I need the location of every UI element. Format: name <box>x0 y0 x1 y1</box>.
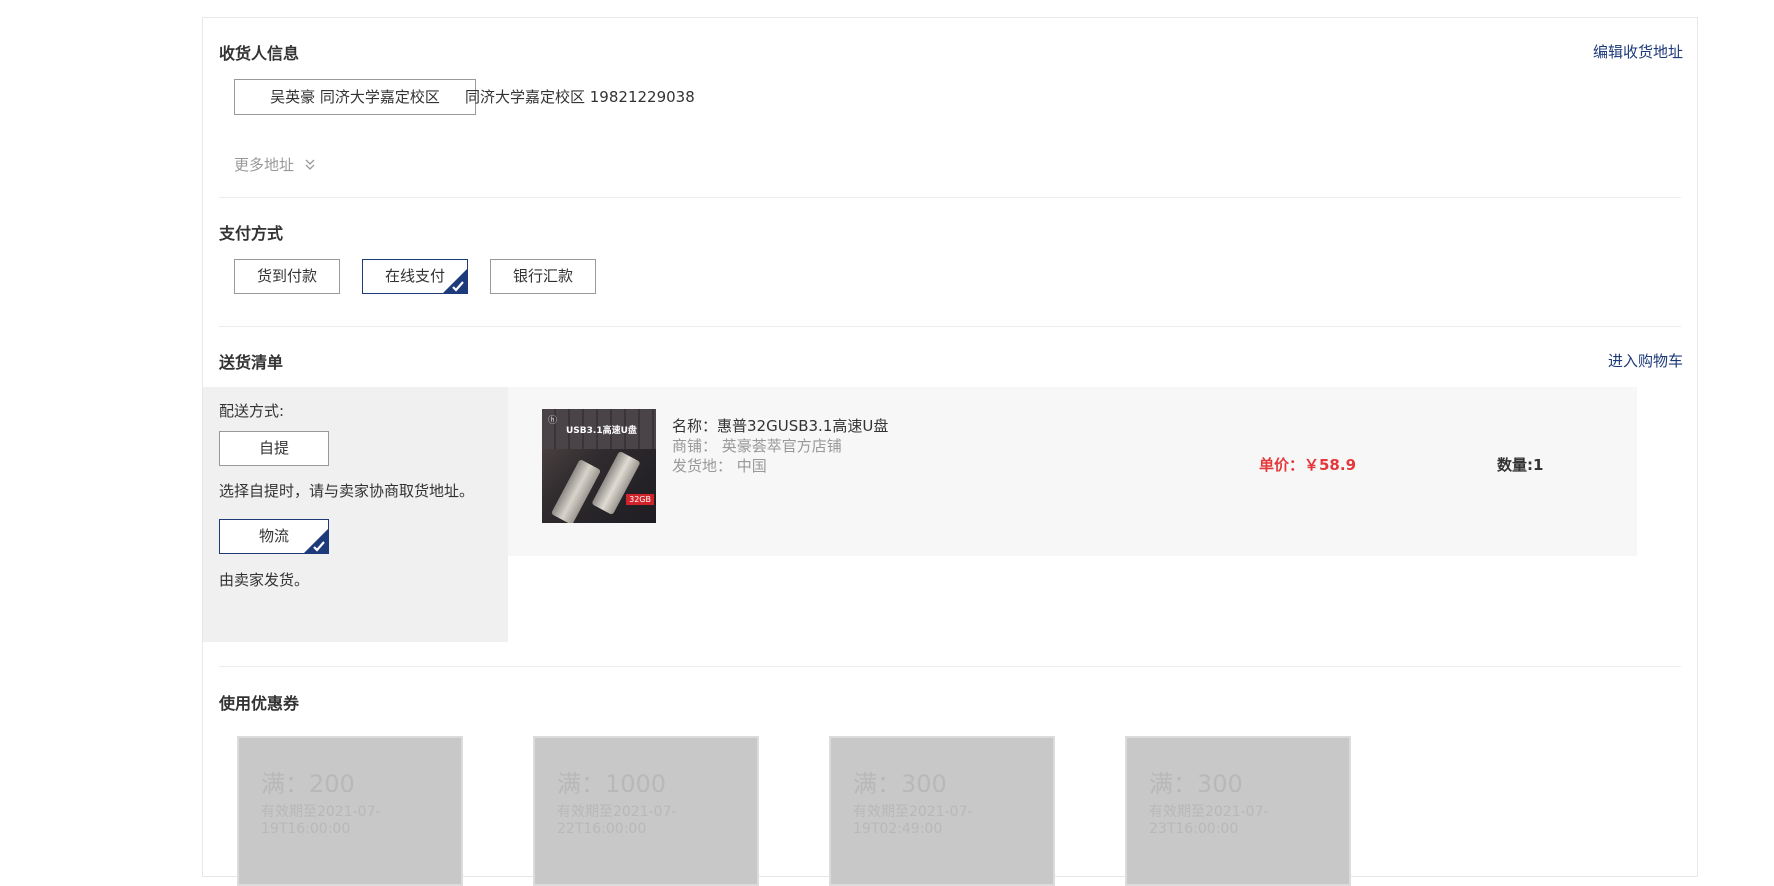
coupon-card[interactable]: 满：300 有效期至2021-07-23T16:00:00 <box>1125 736 1351 886</box>
delivery-option-logistics-label: 物流 <box>258 527 289 545</box>
product-name: 名称：惠普32GUSB3.1高速U盘 <box>672 417 889 435</box>
checkout-panel: 收货人信息 编辑收货地址 吴英豪 同济大学嘉定校区 同济大学嘉定校区 19821… <box>202 17 1698 886</box>
product-shop: 商铺： 英豪荟萃官方店铺 <box>672 437 842 455</box>
usb-drive-shape <box>591 450 641 516</box>
product-image[interactable]: ⓗ USB3.1高速U盘 32GB <box>542 409 656 523</box>
check-icon <box>452 281 464 292</box>
order-item-row: ⓗ USB3.1高速U盘 32GB 名称：惠普32GUSB3.1高速U盘 商铺：… <box>508 387 1637 556</box>
coupon-card[interactable]: 满：200 有效期至2021-07-19T16:00:00 <box>237 736 463 886</box>
coupon-validity: 有效期至2021-07-22T16:00:00 <box>557 804 677 837</box>
delivery-option-pickup[interactable]: 自提 <box>219 431 329 466</box>
coupon-validity: 有效期至2021-07-23T16:00:00 <box>1149 804 1269 837</box>
delivery-option-logistics[interactable]: 物流 <box>219 519 329 554</box>
product-origin: 发货地： 中国 <box>672 457 767 475</box>
more-addresses-toggle[interactable]: 更多地址 <box>234 154 315 175</box>
payment-option-online[interactable]: 在线支付 <box>362 259 468 294</box>
selected-address-box[interactable]: 吴英豪 同济大学嘉定校区 <box>234 79 476 115</box>
coupon-card[interactable]: 满：300 有效期至2021-07-19T02:49:00 <box>829 736 1055 886</box>
address-detail: 同济大学嘉定校区 19821229038 <box>465 88 695 106</box>
quantity: 数量:1 <box>1497 456 1544 474</box>
product-image-caption: USB3.1高速U盘 <box>566 426 637 436</box>
delivery-method-panel: 配送方式: 自提 选择自提时，请与卖家协商取货地址。 物流 由卖家发货。 <box>203 387 508 642</box>
divider <box>219 326 1681 327</box>
shipping-title: 送货清单 <box>219 353 284 372</box>
edit-address-link[interactable]: 编辑收货地址 <box>1593 41 1683 62</box>
receiver-title: 收货人信息 <box>219 44 300 63</box>
delivery-method-label: 配送方式: <box>219 402 285 420</box>
capacity-badge: 32GB <box>626 494 654 505</box>
hp-logo-icon: ⓗ <box>548 416 558 426</box>
coupon-threshold: 满：300 <box>1149 770 1243 798</box>
check-icon <box>313 541 325 552</box>
payment-option-cod[interactable]: 货到付款 <box>234 259 340 294</box>
payment-option-bank[interactable]: 银行汇款 <box>490 259 596 294</box>
coupon-threshold: 满：200 <box>261 770 355 798</box>
usb-drive-shape <box>550 458 602 523</box>
coupon-card[interactable]: 满：1000 有效期至2021-07-22T16:00:00 <box>533 736 759 886</box>
coupon-threshold: 满：1000 <box>557 770 667 798</box>
divider <box>219 197 1681 198</box>
go-to-cart-link[interactable]: 进入购物车 <box>1608 350 1683 371</box>
coupons-title: 使用优惠券 <box>219 694 300 713</box>
double-chevron-down-icon <box>305 156 315 175</box>
logistics-note: 由卖家发货。 <box>219 571 310 589</box>
coupon-validity: 有效期至2021-07-19T16:00:00 <box>261 804 381 837</box>
pickup-note: 选择自提时，请与卖家协商取货地址。 <box>219 482 475 500</box>
unit-price: 单价：￥58.9 <box>1259 456 1357 474</box>
coupon-threshold: 满：300 <box>853 770 947 798</box>
more-addresses-label: 更多地址 <box>234 156 295 174</box>
divider <box>219 666 1681 667</box>
payment-title: 支付方式 <box>219 224 284 243</box>
payment-option-online-label: 在线支付 <box>384 267 445 285</box>
coupon-validity: 有效期至2021-07-19T02:49:00 <box>853 804 973 837</box>
